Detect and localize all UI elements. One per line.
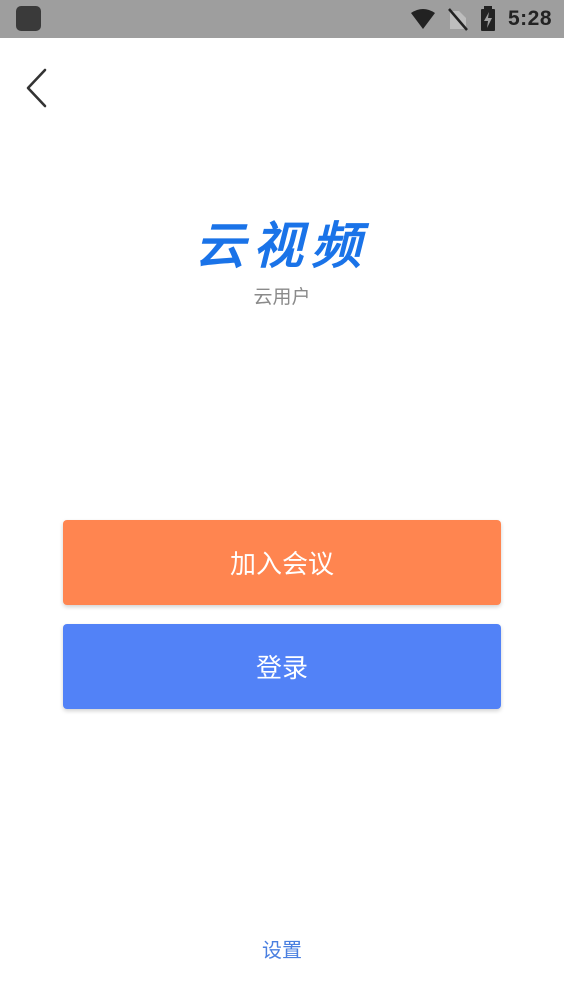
settings-link[interactable]: 设置: [0, 934, 564, 963]
back-button[interactable]: [18, 62, 58, 114]
status-bar: 5:28: [0, 0, 564, 38]
app-icon: [16, 6, 41, 31]
status-time: 5:28: [507, 7, 552, 30]
app-screen: 5:28 云视频 云用户 加入会议 登录 设置: [0, 0, 564, 1002]
battery-charging-icon: [480, 6, 496, 32]
login-button[interactable]: 登录: [63, 624, 501, 709]
brand-title: 云视频: [195, 216, 369, 275]
chevron-left-icon: [18, 68, 58, 118]
join-meeting-button[interactable]: 加入会议: [63, 520, 501, 605]
status-icons: 5:28: [410, 0, 552, 38]
wifi-icon: [410, 8, 436, 30]
no-sim-icon: [448, 7, 468, 31]
brand-subtitle: 云用户: [253, 286, 311, 308]
